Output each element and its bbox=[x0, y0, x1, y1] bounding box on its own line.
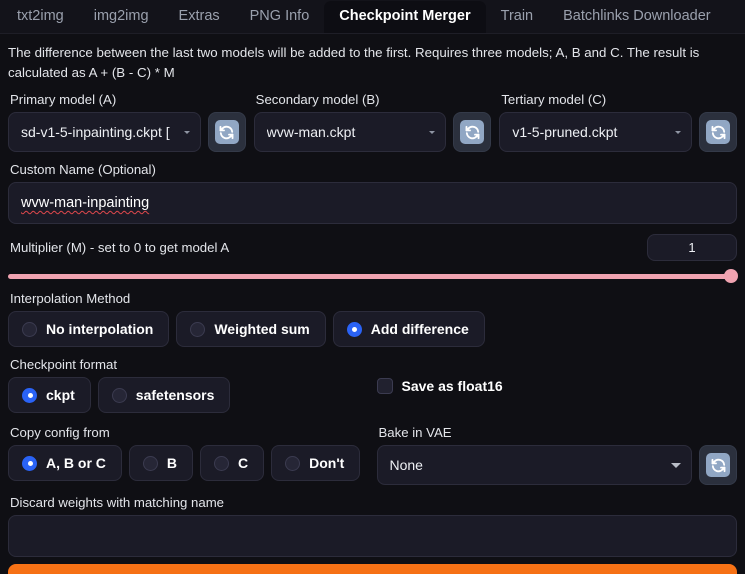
tertiary-model-label: Tertiary model (C) bbox=[501, 92, 607, 107]
secondary-model-label: Secondary model (B) bbox=[255, 92, 380, 107]
tab-checkpoint-merger[interactable]: Checkpoint Merger bbox=[324, 1, 486, 33]
config-vae-row: Copy config from A, B or C B C Don't Bak… bbox=[8, 425, 737, 485]
tab-img2img[interactable]: img2img bbox=[79, 1, 164, 33]
radio-label: C bbox=[238, 455, 249, 471]
discard-weights-label: Discard weights with matching name bbox=[10, 495, 225, 510]
tab-txt2img[interactable]: txt2img bbox=[2, 1, 79, 33]
primary-model-label: Primary model (A) bbox=[10, 92, 117, 107]
radio-label: ckpt bbox=[46, 387, 75, 403]
secondary-model-value: wvw-man.ckpt bbox=[266, 124, 356, 140]
checkpoint-format-label: Checkpoint format bbox=[10, 357, 118, 372]
radio-icon-selected bbox=[346, 321, 362, 337]
save-float16-group: Save as float16 bbox=[376, 357, 738, 413]
interpolation-options: No interpolation Weighted sum Add differ… bbox=[8, 311, 737, 347]
radio-icon bbox=[142, 455, 158, 471]
radio-icon bbox=[190, 321, 206, 337]
multiplier-group: Multiplier (M) - set to 0 to get model A… bbox=[8, 234, 738, 283]
tab-train[interactable]: Train bbox=[486, 1, 549, 33]
radio-no-interpolation[interactable]: No interpolation bbox=[8, 311, 170, 347]
bake-vae-dropdown[interactable]: None bbox=[376, 445, 692, 485]
interpolation-group: Interpolation Method No interpolation We… bbox=[8, 291, 737, 347]
custom-name-input[interactable]: wvw-man-inpainting bbox=[8, 182, 737, 224]
tertiary-model-group: Tertiary model (C) v1-5-pruned.ckpt bbox=[499, 92, 738, 152]
chevron-down-icon bbox=[671, 462, 681, 468]
radio-ckpt[interactable]: ckpt bbox=[8, 377, 91, 413]
primary-model-group: Primary model (A) sd-v1-5-inpainting.ckp… bbox=[8, 92, 246, 152]
checkbox-icon[interactable] bbox=[376, 378, 393, 394]
bake-vae-label: Bake in VAE bbox=[378, 425, 452, 440]
secondary-model-group: Secondary model (B) wvw-man.ckpt bbox=[253, 92, 492, 152]
merge-button[interactable]: Merge bbox=[8, 564, 737, 574]
radio-label: A, B or C bbox=[46, 455, 106, 471]
copy-config-group: Copy config from A, B or C B C Don't bbox=[8, 425, 369, 485]
multiplier-slider-thumb[interactable] bbox=[724, 269, 738, 283]
tertiary-model-refresh-button[interactable] bbox=[699, 112, 738, 152]
secondary-model-refresh-button[interactable] bbox=[453, 112, 492, 152]
tab-batchlinks-downloader[interactable]: Batchlinks Downloader bbox=[548, 1, 726, 33]
checkpoint-format-options: ckpt safetensors bbox=[8, 377, 369, 413]
refresh-icon bbox=[706, 120, 731, 144]
refresh-icon bbox=[214, 120, 239, 144]
primary-model-dropdown[interactable]: sd-v1-5-inpainting.ckpt [ bbox=[8, 112, 201, 152]
radio-label: Weighted sum bbox=[214, 321, 310, 337]
secondary-model-dropdown[interactable]: wvw-man.ckpt bbox=[253, 112, 447, 152]
copy-config-options: A, B or C B C Don't bbox=[8, 445, 369, 481]
chevron-down-icon bbox=[675, 130, 682, 134]
format-row: Checkpoint format ckpt safetensors Save … bbox=[8, 357, 737, 413]
bake-vae-group: Bake in VAE None bbox=[376, 425, 737, 485]
interpolation-label: Interpolation Method bbox=[10, 291, 131, 306]
radio-icon bbox=[285, 455, 301, 471]
custom-name-label: Custom Name (Optional) bbox=[10, 162, 156, 177]
save-float16-checkbox-row[interactable]: Save as float16 bbox=[376, 378, 738, 394]
multiplier-number-input[interactable]: 1 bbox=[647, 234, 737, 261]
tertiary-model-dropdown[interactable]: v1-5-pruned.ckpt bbox=[499, 112, 693, 152]
radio-config-dont[interactable]: Don't bbox=[271, 445, 361, 481]
radio-icon-selected bbox=[22, 387, 37, 403]
radio-label: B bbox=[166, 455, 178, 471]
custom-name-group: Custom Name (Optional) wvw-man-inpaintin… bbox=[8, 162, 737, 224]
discard-weights-group: Discard weights with matching name bbox=[8, 495, 737, 557]
radio-icon bbox=[111, 387, 127, 403]
radio-icon-selected bbox=[22, 455, 37, 471]
radio-weighted-sum[interactable]: Weighted sum bbox=[176, 311, 326, 347]
radio-icon bbox=[214, 455, 230, 471]
radio-label: safetensors bbox=[135, 387, 215, 403]
chevron-down-icon bbox=[429, 130, 436, 134]
checkpoint-merger-panel: The difference between the last two mode… bbox=[0, 34, 745, 574]
bake-vae-value: None bbox=[389, 457, 423, 473]
radio-config-b[interactable]: B bbox=[128, 445, 194, 481]
main-tab-bar: txt2img img2img Extras PNG Info Checkpoi… bbox=[0, 0, 745, 34]
primary-model-value: sd-v1-5-inpainting.ckpt [ bbox=[21, 124, 170, 140]
radio-add-difference[interactable]: Add difference bbox=[332, 311, 485, 347]
tertiary-model-value: v1-5-pruned.ckpt bbox=[512, 124, 618, 140]
multiplier-slider-track bbox=[8, 273, 737, 279]
copy-config-label: Copy config from bbox=[10, 425, 110, 440]
chevron-down-icon bbox=[183, 130, 190, 134]
refresh-icon bbox=[706, 453, 730, 477]
discard-weights-input[interactable] bbox=[8, 515, 737, 557]
multiplier-label: Multiplier (M) - set to 0 to get model A bbox=[10, 240, 230, 255]
refresh-icon bbox=[460, 120, 485, 144]
tab-extras[interactable]: Extras bbox=[164, 1, 235, 33]
save-float16-label: Save as float16 bbox=[401, 378, 503, 394]
radio-safetensors[interactable]: safetensors bbox=[97, 377, 231, 413]
tab-png-info[interactable]: PNG Info bbox=[235, 1, 325, 33]
radio-label: Don't bbox=[309, 455, 345, 471]
model-selector-row: Primary model (A) sd-v1-5-inpainting.ckp… bbox=[8, 92, 738, 152]
radio-config-abc[interactable]: A, B or C bbox=[8, 445, 122, 481]
radio-icon bbox=[22, 321, 37, 337]
radio-config-c[interactable]: C bbox=[200, 445, 265, 481]
primary-model-refresh-button[interactable] bbox=[207, 112, 246, 152]
custom-name-value: wvw-man-inpainting bbox=[21, 195, 150, 211]
radio-label: No interpolation bbox=[46, 321, 154, 337]
bake-vae-refresh-button[interactable] bbox=[699, 445, 737, 485]
radio-label: Add difference bbox=[370, 321, 469, 337]
merger-description: The difference between the last two mode… bbox=[8, 45, 700, 80]
multiplier-slider[interactable] bbox=[8, 269, 738, 283]
checkpoint-format-group: Checkpoint format ckpt safetensors bbox=[8, 357, 369, 413]
